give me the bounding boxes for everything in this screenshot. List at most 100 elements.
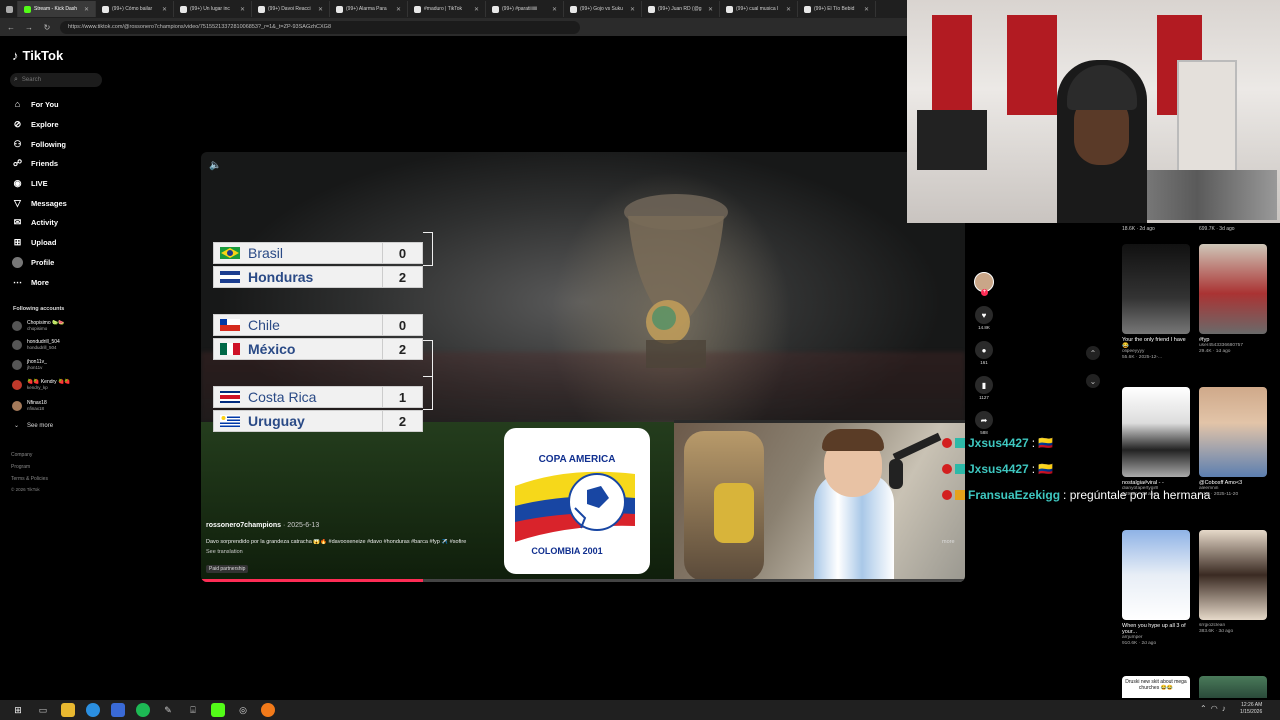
footer-link-company[interactable]: Company [11, 452, 32, 458]
close-icon[interactable]: ✕ [630, 6, 635, 13]
following-account[interactable]: 🍓🍓 Kendry 🍓🍓 kendry_kp [12, 379, 71, 391]
chevron-up-icon[interactable]: ⌃ [1200, 704, 1207, 713]
tiktok-icon [258, 5, 265, 13]
app-icon[interactable]: ⌸ [186, 703, 200, 717]
close-icon[interactable]: ✕ [708, 6, 713, 13]
close-icon[interactable]: ✕ [552, 6, 557, 13]
kick-icon[interactable] [211, 703, 225, 717]
account-handle: nfinax18 [27, 406, 45, 411]
logo-text: TikTok [22, 48, 64, 63]
obs-icon[interactable]: ◎ [236, 703, 250, 717]
feed-item[interactable]: When you hype up all 3 of your... arrjum… [1122, 530, 1190, 647]
app-icon[interactable] [111, 703, 125, 717]
feed-item[interactable]: Your the only friend I have 😂 olipeeyyyy… [1122, 244, 1190, 361]
windows-start-icon[interactable]: ⊞ [11, 703, 25, 717]
browser-tab[interactable]: (99+) Gojo vs Suku ✕ [564, 1, 642, 17]
scroll-down-button[interactable]: ⌄ [1086, 374, 1100, 388]
sidebar-item-messages[interactable]: ▽ Messages [12, 195, 67, 211]
see-more-button[interactable]: ⌄ See more [14, 422, 53, 430]
close-icon[interactable]: ✕ [864, 6, 869, 13]
volume-icon[interactable]: 🔈 [209, 160, 221, 171]
video-player[interactable]: 🔈 Brasil 0 Honduras 2 Chile 0 México 2 C… [201, 152, 965, 582]
file-explorer-icon[interactable] [61, 703, 75, 717]
browser-tab[interactable]: (99+) Juan RD (@g ✕ [642, 1, 720, 17]
team-row: México 2 [213, 338, 423, 360]
upload-icon: ⊞ [13, 236, 22, 247]
url-input[interactable]: https://www.tiktok.com/@rossonero7champi… [60, 20, 580, 34]
search-input[interactable]: ⌕ Search [10, 73, 102, 87]
following-account[interactable]: Nfinax18 nfinax18 [12, 400, 47, 412]
video-thumbnail[interactable] [1199, 676, 1267, 698]
feed-item[interactable]: nostalgia#viral - - dianyofapertygirll 2… [1122, 387, 1190, 498]
sidebar-item-upload[interactable]: ⊞ Upload [12, 234, 57, 250]
tiktok-logo[interactable]: ♪ TikTok [12, 48, 63, 63]
footer-link-terms[interactable]: Terms & Policies [11, 476, 48, 482]
browser-tab[interactable]: Stream - Kick Dash ✕ [18, 1, 96, 17]
sidebar-item-for-you[interactable]: ⌂ For You [12, 96, 59, 112]
following-account[interactable]: Chopisimo 🍋‍🟩🍉 chopisimo [12, 320, 64, 332]
chat-message: Jxsus4427: 🇨🇴 [942, 462, 1053, 476]
tiktok-icon [414, 5, 421, 13]
spotify-icon[interactable] [136, 703, 150, 717]
feed-item[interactable]: Druski new skit about mega churches 😂😂 [1122, 676, 1190, 698]
forward-icon[interactable]: → [24, 23, 34, 32]
chat-sub-badge-icon [955, 464, 965, 474]
browser-tab[interactable]: (99+) #paratiiiiiii ✕ [486, 1, 564, 17]
see-translation-link[interactable]: See translation [206, 549, 243, 555]
browser-tab[interactable]: (99+) Cómo bailar ✕ [96, 1, 174, 17]
back-icon[interactable]: ← [6, 23, 16, 32]
close-icon[interactable]: ✕ [396, 6, 401, 13]
close-icon[interactable]: ✕ [240, 6, 245, 13]
following-account[interactable]: hondudrill_504 hondudrill_504 [12, 339, 60, 351]
browser-tab[interactable]: (99+) Un lugar inc ✕ [174, 1, 252, 17]
sidebar-item-explore[interactable]: ⊘ Explore [12, 116, 59, 132]
clock-time: 12:26 AM [1241, 702, 1263, 708]
caption-more-link[interactable]: more [942, 539, 955, 545]
follow-plus-icon[interactable]: + [981, 289, 988, 296]
sidebar-item-following[interactable]: ⚇ Following [12, 136, 66, 152]
tab-menu-icon [6, 5, 13, 13]
video-progress-bar[interactable] [201, 579, 965, 582]
browser-tab[interactable]: (99+) El Tío Bebid ✕ [798, 1, 876, 17]
close-icon[interactable]: ✕ [786, 6, 791, 13]
sidebar-item-more[interactable]: ⋯ More [12, 274, 49, 290]
tiktok-icon [180, 5, 187, 13]
close-icon[interactable]: ✕ [84, 6, 89, 13]
share-button[interactable]: ➦ 588 [973, 411, 995, 435]
following-account[interactable]: jhon11v_ jhon11v [12, 359, 47, 371]
pen-icon[interactable]: ✎ [161, 703, 175, 717]
feed-item[interactable]: #fyp user4543336680757 29.4K · 1d ago [1199, 244, 1267, 355]
volume-icon[interactable]: ♪ [1222, 704, 1226, 713]
app-icon[interactable] [261, 703, 275, 717]
mirror-image [1177, 60, 1237, 180]
copa-america-logo: COPA AMERICA COLOMBIA 2001 [504, 428, 650, 574]
system-clock[interactable]: 12:26 AM 1/15/2026 [1240, 702, 1262, 716]
feed-item-meta: 29.4K · 1d ago [1199, 349, 1231, 354]
close-icon[interactable]: ✕ [474, 6, 479, 13]
like-button[interactable]: ♥ 14.8K [973, 306, 995, 330]
reload-icon[interactable]: ↻ [42, 23, 52, 32]
comment-button[interactable]: ● 161 [973, 341, 995, 365]
sidebar-item-profile[interactable]: Profile [12, 254, 54, 270]
author-name[interactable]: rossonero7champions [206, 522, 281, 529]
feed-item[interactable]: @Cobosff Amo<3 aleemnin 2.1M · 2025-11-2… [1199, 387, 1267, 498]
sidebar-item-friends[interactable]: ☍ Friends [12, 155, 58, 171]
feed-item[interactable]: srrgio2clean 383.6K · 3d ago [1199, 530, 1267, 635]
tab-menu[interactable] [0, 1, 18, 17]
browser-tab[interactable]: #maduro | TikTok ✕ [408, 1, 486, 17]
windows-taskbar: ⊞ ▭ ✎ ⌸ ◎ [0, 700, 1280, 720]
video-author[interactable]: rossonero7champions · 2025-6-13 [206, 522, 319, 529]
sidebar-item-activity[interactable]: ✉ Activity [12, 214, 58, 230]
sidebar-item-live[interactable]: ◉ LIVE [12, 175, 48, 191]
bookmark-button[interactable]: ▮ 1127 [973, 376, 995, 400]
browser-tab[interactable]: (99+) Alarma Para ✕ [330, 1, 408, 17]
chrome-icon[interactable] [86, 703, 100, 717]
wifi-icon[interactable]: ◠ [1211, 704, 1218, 713]
browser-tab[interactable]: (99+) cual musica l ✕ [720, 1, 798, 17]
footer-link-program[interactable]: Program [11, 464, 30, 470]
scroll-up-button[interactable]: ⌃ [1086, 346, 1100, 360]
browser-tab[interactable]: (99+) Davoi Reacci ✕ [252, 1, 330, 17]
task-view-icon[interactable]: ▭ [36, 703, 50, 717]
close-icon[interactable]: ✕ [318, 6, 323, 13]
close-icon[interactable]: ✕ [162, 6, 167, 13]
